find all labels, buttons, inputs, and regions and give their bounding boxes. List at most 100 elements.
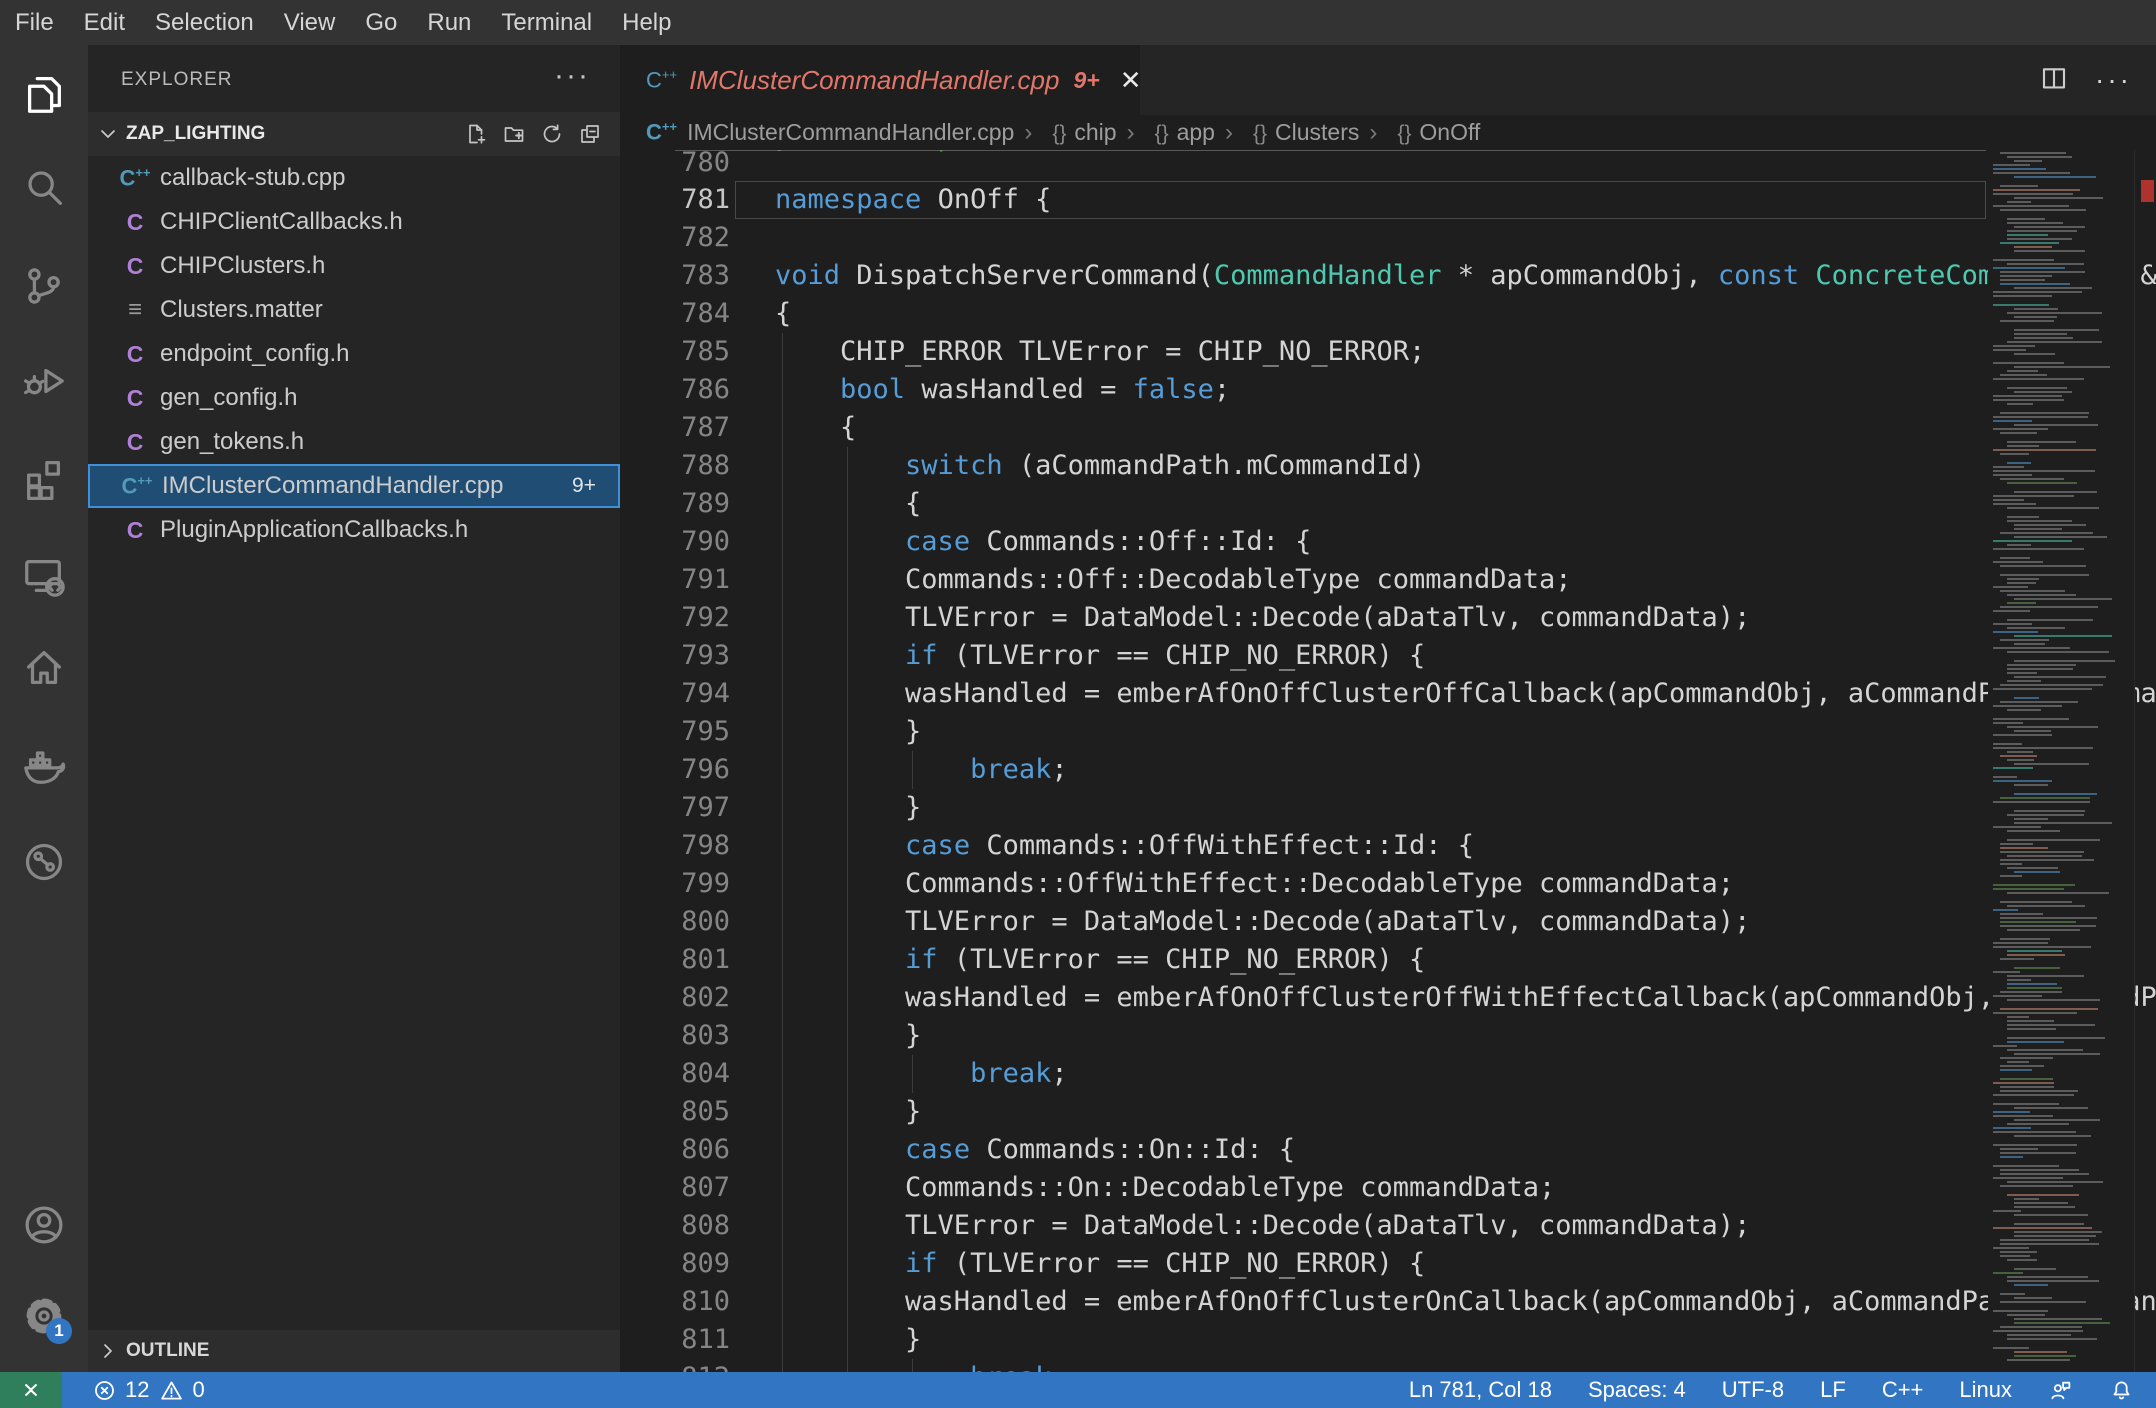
menu-edit[interactable]: Edit [69, 0, 140, 45]
namespace-symbol-icon: {} [1052, 122, 1067, 145]
code-line-808[interactable]: 808 TLVError = DataModel::Decode(aDataTl… [620, 1207, 1984, 1245]
file-item-gen-tokens-h[interactable]: Cgen_tokens.h [88, 420, 620, 464]
search-icon[interactable] [14, 157, 74, 217]
code-line-793[interactable]: 793 if (TLVError == CHIP_NO_ERROR) { [620, 637, 1984, 675]
sidebar-section-zap-lighting[interactable]: ZAP_LIGHTING [88, 112, 620, 156]
docker-icon[interactable] [14, 736, 74, 796]
new-folder-icon[interactable] [502, 122, 526, 146]
status-language-mode[interactable]: C++ [1882, 1377, 1924, 1403]
code-line-786[interactable]: 786 bool wasHandled = false; [620, 371, 1984, 409]
code-line-794[interactable]: 794 wasHandled = emberAfOnOffClusterOffC… [620, 675, 2156, 713]
settings-icon[interactable]: 1 [14, 1286, 74, 1346]
file-item-imclustercommandhandler-cpp[interactable]: C++ IMClusterCommandHandler.cpp 9+ [88, 464, 620, 508]
home-icon[interactable] [14, 637, 74, 697]
file-item-pluginapplicationcallbacks-h[interactable]: C PluginApplicationCallbacks.h [88, 508, 620, 552]
code-line-807[interactable]: 807 Commands::On::DecodableType commandD… [620, 1169, 1984, 1207]
breadcrumb-item-app[interactable]: {} app [1155, 119, 1215, 146]
status-indentation[interactable]: Spaces: 4 [1588, 1377, 1686, 1403]
code-line-783[interactable]: 783 void DispatchServerCommand(CommandHan… [620, 257, 2156, 295]
status-notifications-bell-icon[interactable] [2109, 1378, 2134, 1403]
code-line-802[interactable]: 802 wasHandled = emberAfOnOffClusterOffW… [620, 979, 2156, 1017]
file-item-clusters-matter[interactable]: ≡ Clusters.matter [88, 288, 620, 332]
code-line-797[interactable]: 797 } [620, 789, 1984, 827]
line-number: 791 [681, 564, 730, 595]
line-number: 805 [681, 1096, 730, 1127]
code-line-784[interactable]: 784{ [620, 295, 1984, 333]
code-line-785[interactable]: 785 CHIP_ERROR TLVError = CHIP_NO_ERROR; [620, 333, 1984, 371]
code-line-partial[interactable]: } // namespace LevelControl 780 [620, 150, 1984, 181]
file-label: CHIPClusters.h [160, 252, 326, 279]
code-line-787[interactable]: 787 { [620, 409, 1984, 447]
code-line-812[interactable]: 812 break; [620, 1359, 1984, 1372]
code-line-809[interactable]: 809 if (TLVError == CHIP_NO_ERROR) { [620, 1245, 1984, 1283]
menu-run[interactable]: Run [412, 0, 486, 45]
code-line-804[interactable]: 804 break; [620, 1055, 1984, 1093]
breadcrumb-item-onoff[interactable]: {} OnOff [1397, 119, 1480, 146]
code-line-790[interactable]: 790 case Commands::Off::Id: { [620, 523, 1984, 561]
code-line-801[interactable]: 801 if (TLVError == CHIP_NO_ERROR) { [620, 941, 1984, 979]
account-icon[interactable] [14, 1195, 74, 1255]
files-icon[interactable] [14, 63, 74, 123]
menu-selection[interactable]: Selection [140, 0, 269, 45]
code-line-791[interactable]: 791 Commands::Off::DecodableType command… [620, 561, 1984, 599]
explorer-more-actions-icon[interactable]: ··· [554, 59, 590, 93]
code-line-795[interactable]: 795 } [620, 713, 1984, 751]
new-file-icon[interactable] [464, 122, 488, 146]
line-number: 787 [681, 412, 730, 443]
source-control-icon[interactable] [14, 256, 74, 316]
split-editor-icon[interactable] [2039, 63, 2069, 98]
file-item-chipclientcallbacks-h[interactable]: C CHIPClientCallbacks.h [88, 200, 620, 244]
file-item-callback-stub-cpp[interactable]: C++ callback-stub.cpp [88, 156, 620, 200]
breadcrumb-item-clusters[interactable]: {} Clusters [1253, 119, 1359, 146]
breadcrumb-file[interactable]: IMClusterCommandHandler.cpp [687, 119, 1014, 146]
remote-indicator[interactable] [0, 1372, 62, 1408]
breadcrumb-item-chip[interactable]: {} chip [1052, 119, 1116, 146]
code-line-799[interactable]: 799 Commands::OffWithEffect::DecodableTy… [620, 865, 1984, 903]
status-remote-os[interactable]: Linux [1959, 1377, 2012, 1403]
file-item-gen-config-h[interactable]: Cgen_config.h [88, 376, 620, 420]
outline-section-header[interactable]: OUTLINE [88, 1330, 620, 1372]
code-line-796[interactable]: 796 break; [620, 751, 1984, 789]
code-editor[interactable]: } // namespace LevelControl 780 781namespa… [620, 150, 2156, 1372]
collapse-all-icon[interactable] [578, 122, 602, 146]
warning-count: 0 [192, 1377, 205, 1402]
tab-imclustercommandhandler[interactable]: C++ IMClusterCommandHandler.cpp 9+ ✕ [620, 45, 1142, 115]
problems-status[interactable]: 12 0 [92, 1377, 205, 1403]
code-line-806[interactable]: 806 case Commands::On::Id: { [620, 1131, 1984, 1169]
close-icon[interactable]: ✕ [1120, 65, 1142, 96]
status-eol-sequence[interactable]: LF [1820, 1377, 1846, 1403]
code-line-805[interactable]: 805 } [620, 1093, 1984, 1131]
code-line-810[interactable]: 810 wasHandled = emberAfOnOffClusterOnCa… [620, 1283, 2156, 1321]
code-line-789[interactable]: 789 { [620, 485, 1984, 523]
extensions-icon[interactable] [14, 448, 74, 508]
code-line-782[interactable]: 782 [620, 219, 1984, 257]
editor-more-actions-icon[interactable]: ··· [2095, 64, 2132, 96]
refresh-icon[interactable] [540, 122, 564, 146]
code-line-803[interactable]: 803 } [620, 1017, 1984, 1055]
code-line-781[interactable]: 781 namespace OnOff { [620, 181, 1984, 219]
scrollbar-error-marker [2141, 180, 2154, 202]
status-cursor-position[interactable]: Ln 781, Col 18 [1409, 1377, 1552, 1403]
code-line-788[interactable]: 788 switch (aCommandPath.mCommandId) [620, 447, 1984, 485]
code-line-798[interactable]: 798 case Commands::OffWithEffect::Id: { [620, 827, 1984, 865]
code-line-800[interactable]: 800 TLVError = DataModel::Decode(aDataTl… [620, 903, 1984, 941]
minimap[interactable] [1988, 150, 2134, 1372]
git-graph-icon[interactable] [14, 832, 74, 892]
remote-explorer-icon[interactable] [14, 546, 74, 606]
code-line-792[interactable]: 792 TLVError = DataModel::Decode(aDataTl… [620, 599, 1984, 637]
menu-help[interactable]: Help [607, 0, 686, 45]
menu-view[interactable]: View [269, 0, 351, 45]
menu-file[interactable]: File [0, 0, 69, 45]
file-item-endpoint-config-h[interactable]: Cendpoint_config.h [88, 332, 620, 376]
code-line-811[interactable]: 811 } [620, 1321, 1984, 1359]
menu-go[interactable]: Go [350, 0, 412, 45]
status-feedback-icon[interactable] [2048, 1378, 2073, 1403]
status-encoding[interactable]: UTF-8 [1722, 1377, 1784, 1403]
line-number: 799 [681, 868, 730, 899]
section-label: ZAP_LIGHTING [126, 123, 266, 144]
scrollbar[interactable] [2135, 150, 2156, 1372]
menu-terminal[interactable]: Terminal [486, 0, 607, 45]
line-number: 809 [681, 1248, 730, 1279]
file-item-chipclusters-h[interactable]: C CHIPClusters.h [88, 244, 620, 288]
run-debug-icon[interactable] [14, 351, 74, 411]
